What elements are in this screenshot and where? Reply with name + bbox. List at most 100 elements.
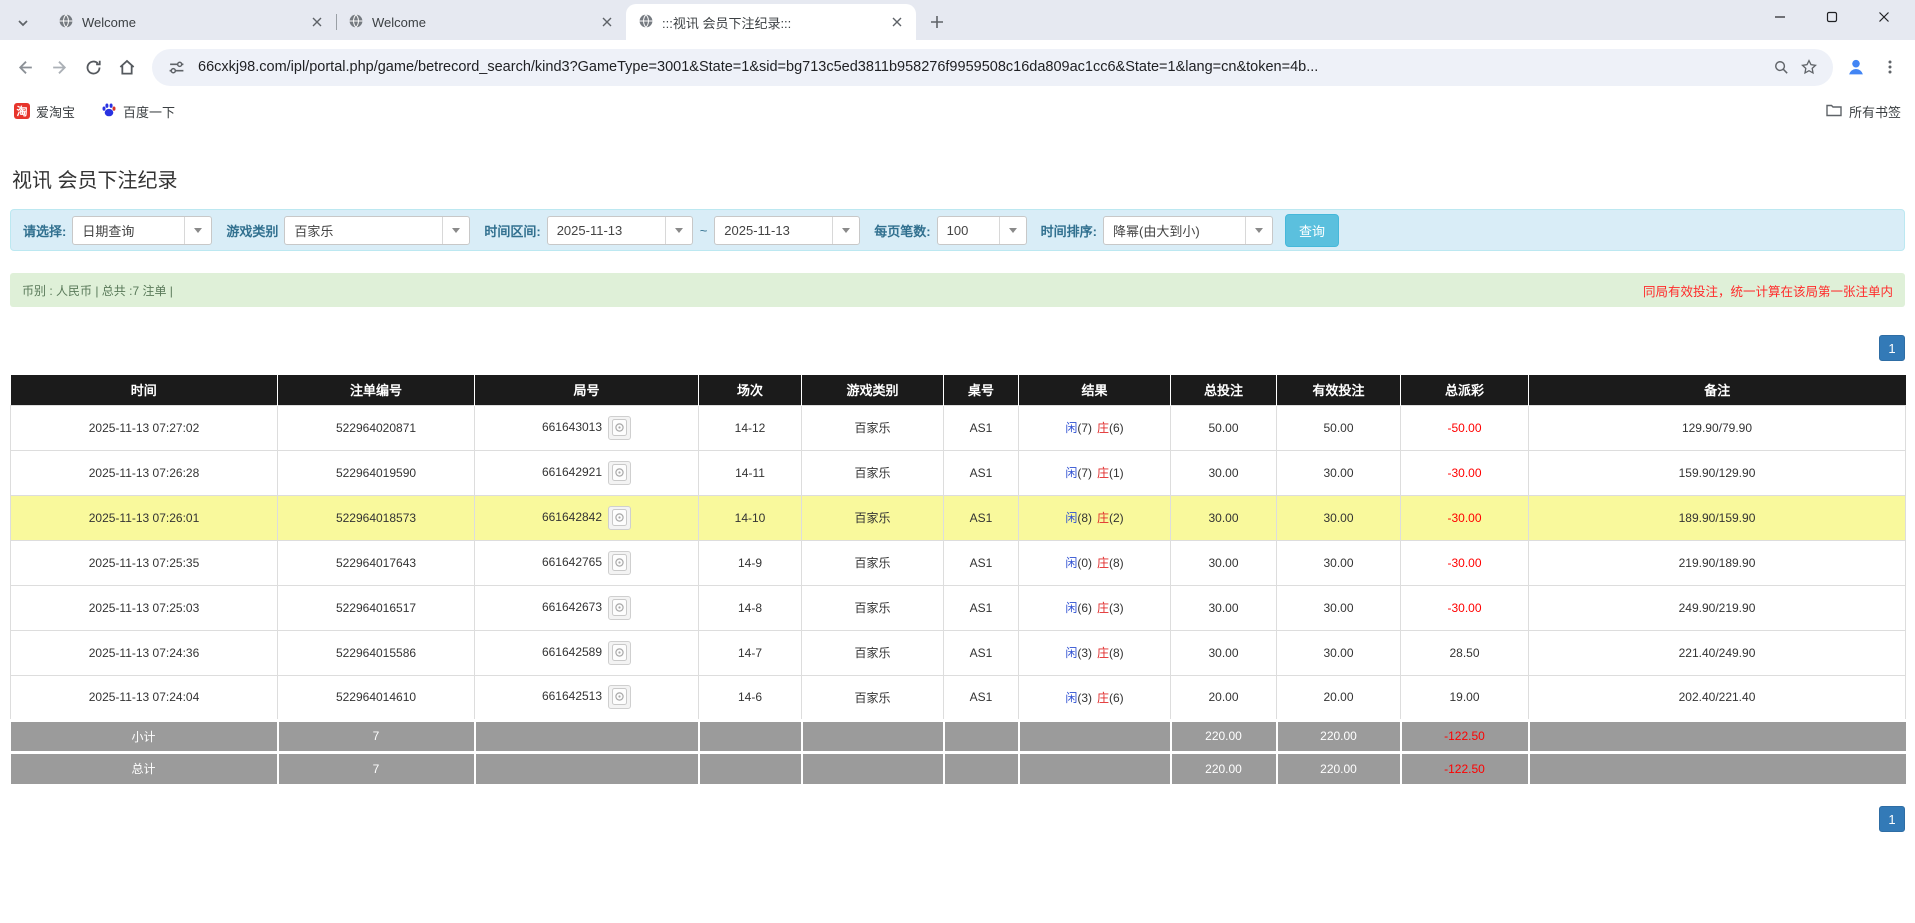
result-banker: 庄 — [1097, 466, 1109, 480]
empty-cell — [944, 752, 1019, 784]
search-button[interactable]: 查询 — [1285, 214, 1339, 247]
table-header: 时间 注单编号 局号 场次 游戏类别 桌号 结果 总投注 有效投注 总派彩 备注 — [11, 375, 1906, 405]
url-text[interactable]: 66cxkj98.com/ipl/portal.php/game/betreco… — [198, 59, 1767, 75]
query-type-select[interactable]: 日期查询 — [72, 216, 212, 245]
date-to-value: 2025-11-13 — [715, 223, 832, 238]
video-replay-icon[interactable] — [608, 685, 631, 709]
result-banker-count: (6) — [1109, 421, 1124, 435]
all-bookmarks-button[interactable]: 所有书签 — [1825, 101, 1901, 122]
baidu-paw-icon — [101, 102, 117, 121]
total-label: 总计 — [11, 752, 278, 784]
video-replay-icon[interactable] — [608, 416, 631, 440]
cell-result: 闲(3)庄(6) — [1019, 675, 1171, 720]
cell-total-bet[interactable]: 20.00 — [1171, 675, 1277, 720]
back-icon[interactable] — [8, 50, 42, 84]
browser-tab-1[interactable]: Welcome — [46, 4, 336, 40]
tab-close-icon[interactable] — [888, 13, 906, 31]
tab-close-icon[interactable] — [598, 13, 616, 31]
home-icon[interactable] — [110, 50, 144, 84]
cell-game-type: 百家乐 — [802, 630, 944, 675]
cell-table-no: AS1 — [944, 630, 1019, 675]
date-range-label: 时间区间: — [484, 221, 540, 240]
bet-record-row: 2025-11-13 07:26:28522964019590661642921… — [11, 450, 1906, 495]
tab-list-chevron-icon[interactable] — [0, 6, 46, 40]
reload-icon[interactable] — [76, 50, 110, 84]
result-player: 闲 — [1065, 556, 1077, 570]
video-replay-icon[interactable] — [608, 641, 631, 665]
date-from-select[interactable]: 2025-11-13 — [547, 216, 693, 245]
empty-cell — [475, 720, 699, 752]
date-to-select[interactable]: 2025-11-13 — [714, 216, 860, 245]
cell-result: 闲(3)庄(8) — [1019, 630, 1171, 675]
cell-bet-id: 522964017643 — [278, 540, 475, 585]
cell-time: 2025-11-13 07:24:36 — [11, 630, 278, 675]
bookmark-baidu[interactable]: 百度一下 — [101, 102, 175, 121]
cell-round: 661643013 — [475, 405, 699, 450]
cell-table-no: AS1 — [944, 675, 1019, 720]
browser-tab-2[interactable]: Welcome — [336, 4, 626, 40]
menu-kebab-icon[interactable] — [1873, 50, 1907, 84]
cell-table-no: AS1 — [944, 585, 1019, 630]
cell-game-type: 百家乐 — [802, 495, 944, 540]
result-player-count: (7) — [1077, 421, 1092, 435]
result-player-count: (8) — [1077, 511, 1092, 525]
url-bar[interactable]: 66cxkj98.com/ipl/portal.php/game/betreco… — [152, 49, 1833, 86]
cell-table-no: AS1 — [944, 450, 1019, 495]
cell-result: 闲(7)庄(1) — [1019, 450, 1171, 495]
taobao-icon: 淘 — [14, 103, 30, 119]
cell-valid-bet: 30.00 — [1277, 540, 1401, 585]
query-type-value: 日期查询 — [73, 221, 184, 240]
bookmark-taobao[interactable]: 淘 爱淘宝 — [14, 102, 75, 121]
video-replay-icon[interactable] — [608, 596, 631, 620]
forward-icon[interactable] — [42, 50, 76, 84]
cell-remark: 219.90/189.90 — [1529, 540, 1906, 585]
cell-valid-bet: 30.00 — [1277, 585, 1401, 630]
sort-order-select[interactable]: 降幂(由大到小) — [1103, 216, 1273, 245]
browser-tab-active[interactable]: :::视讯 会员下注纪录::: — [626, 4, 916, 40]
page-1-button[interactable]: 1 — [1879, 335, 1905, 361]
cell-total-bet[interactable]: 30.00 — [1171, 585, 1277, 630]
folder-icon — [1825, 101, 1843, 122]
game-type-select[interactable]: 百家乐 — [284, 216, 470, 245]
cell-game-type: 百家乐 — [802, 405, 944, 450]
col-valid-bet: 有效投注 — [1277, 375, 1401, 405]
cell-total-bet[interactable]: 30.00 — [1171, 540, 1277, 585]
cell-bet-id: 522964014610 — [278, 675, 475, 720]
empty-cell — [699, 720, 802, 752]
grand-total-row: 总计 7 220.00 220.00 -122.50 — [11, 752, 1906, 784]
col-total-bet: 总投注 — [1171, 375, 1277, 405]
empty-cell — [944, 720, 1019, 752]
result-banker-count: (2) — [1109, 511, 1124, 525]
video-replay-icon[interactable] — [608, 461, 631, 485]
page-size-select[interactable]: 100 — [937, 216, 1027, 245]
profile-avatar-icon[interactable] — [1839, 50, 1873, 84]
cell-session: 14-6 — [699, 675, 802, 720]
result-player: 闲 — [1065, 511, 1077, 525]
minimize-icon[interactable] — [1765, 2, 1795, 32]
maximize-icon[interactable] — [1817, 2, 1847, 32]
video-replay-icon[interactable] — [608, 506, 631, 530]
bookmark-star-icon[interactable] — [1795, 53, 1823, 81]
globe-favicon-icon — [348, 13, 364, 32]
cell-total-bet[interactable]: 30.00 — [1171, 630, 1277, 675]
close-window-icon[interactable] — [1869, 2, 1899, 32]
bookmark-label: 百度一下 — [123, 102, 175, 121]
page-1-button[interactable]: 1 — [1879, 806, 1905, 832]
site-info-tune-icon[interactable] — [162, 53, 190, 81]
zoom-magnifier-icon[interactable] — [1767, 53, 1795, 81]
tab-close-icon[interactable] — [308, 13, 326, 31]
tab-title: Welcome — [372, 15, 590, 30]
video-replay-icon[interactable] — [608, 551, 631, 575]
cell-time: 2025-11-13 07:24:04 — [11, 675, 278, 720]
valid-bet-notice-text: 同局有效投注，统一计算在该局第一张注单内 — [1643, 281, 1893, 300]
bet-record-row: 2025-11-13 07:24:36522964015586661642589… — [11, 630, 1906, 675]
new-tab-icon[interactable] — [922, 7, 952, 37]
cell-total-bet[interactable]: 50.00 — [1171, 405, 1277, 450]
cell-total-bet[interactable]: 30.00 — [1171, 450, 1277, 495]
result-banker-count: (8) — [1109, 556, 1124, 570]
result-banker: 庄 — [1097, 646, 1109, 660]
empty-cell — [1019, 752, 1171, 784]
col-result: 结果 — [1019, 375, 1171, 405]
bet-record-row: 2025-11-13 07:25:03522964016517661642673… — [11, 585, 1906, 630]
cell-total-bet[interactable]: 30.00 — [1171, 495, 1277, 540]
